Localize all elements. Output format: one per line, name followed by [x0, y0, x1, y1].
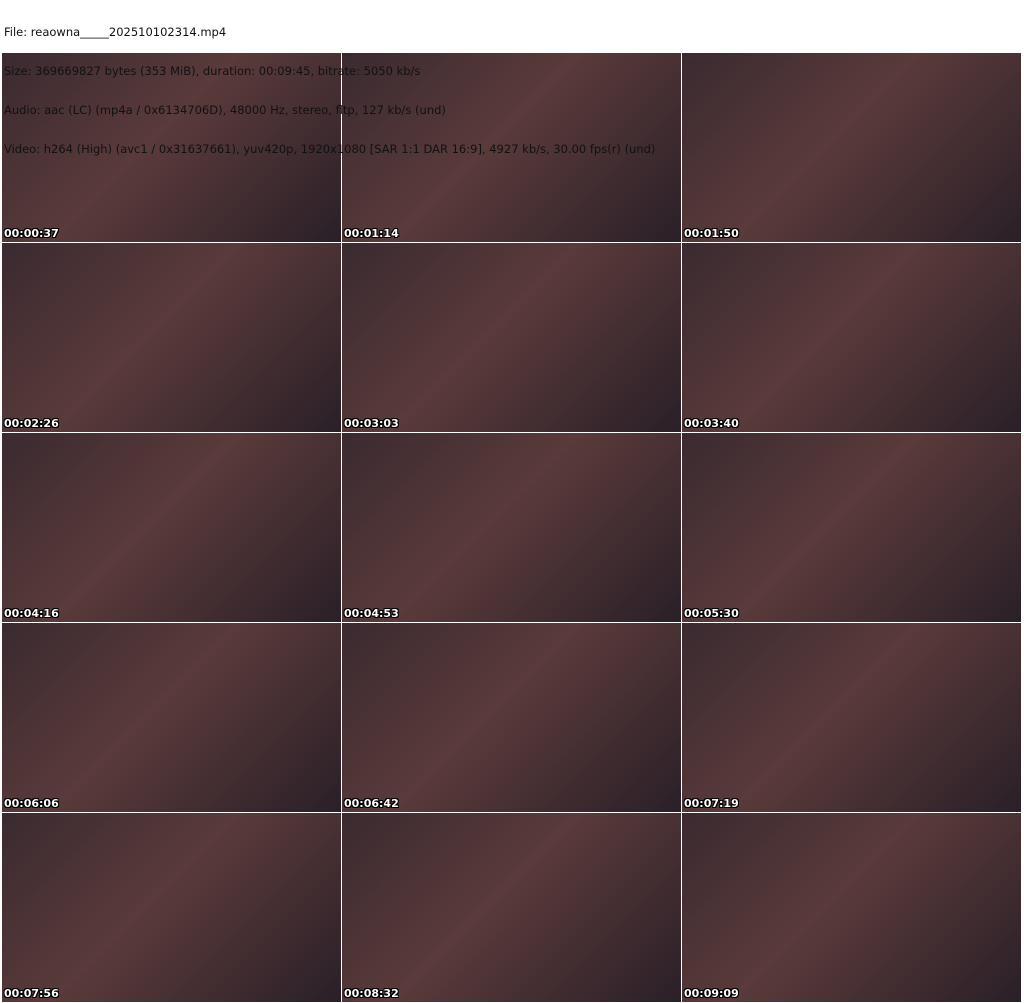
- video-thumbnail: 00:03:03: [342, 243, 681, 432]
- file-info-header: File: reaowna_____202510102314.mp4 Size:…: [4, 0, 656, 156]
- video-thumbnail: 00:07:56: [2, 813, 341, 1002]
- timestamp-label: 00:06:06: [4, 797, 59, 810]
- audio-info: Audio: aac (LC) (mp4a / 0x6134706D), 480…: [4, 103, 446, 117]
- file-size-info: Size: 369669827 bytes (353 MiB), duratio…: [4, 64, 421, 78]
- timestamp-label: 00:05:30: [684, 607, 739, 620]
- file-name: File: reaowna_____202510102314.mp4: [4, 25, 227, 39]
- timestamp-label: 00:01:50: [684, 227, 739, 240]
- timestamp-label: 00:08:32: [344, 987, 399, 1000]
- timestamp-label: 00:07:56: [4, 987, 59, 1000]
- video-thumbnail: 00:04:53: [342, 433, 681, 622]
- video-thumbnail: 00:01:50: [682, 53, 1021, 242]
- video-thumbnail: 00:04:16: [2, 433, 341, 622]
- timestamp-label: 00:02:26: [4, 417, 59, 430]
- video-thumbnail: 00:08:32: [342, 813, 681, 1002]
- video-thumbnail: 00:06:06: [2, 623, 341, 812]
- video-thumbnail: 00:02:26: [2, 243, 341, 432]
- video-thumbnail: 00:06:42: [342, 623, 681, 812]
- video-thumbnail: 00:05:30: [682, 433, 1021, 622]
- timestamp-label: 00:04:16: [4, 607, 59, 620]
- timestamp-label: 00:01:14: [344, 227, 399, 240]
- timestamp-label: 00:09:09: [684, 987, 739, 1000]
- video-info: Video: h264 (High) (avc1 / 0x31637661), …: [4, 142, 656, 156]
- timestamp-label: 00:00:37: [4, 227, 59, 240]
- timestamp-label: 00:07:19: [684, 797, 739, 810]
- timestamp-label: 00:03:03: [344, 417, 399, 430]
- timestamp-label: 00:06:42: [344, 797, 399, 810]
- video-thumbnail: 00:07:19: [682, 623, 1021, 812]
- video-thumbnail: 00:09:09: [682, 813, 1021, 1002]
- timestamp-label: 00:03:40: [684, 417, 739, 430]
- thumbnail-grid: 00:00:37 00:01:14 00:01:50 00:02:26 00:03:03…: [2, 53, 1021, 1002]
- video-thumbnail: 00:03:40: [682, 243, 1021, 432]
- timestamp-label: 00:04:53: [344, 607, 399, 620]
